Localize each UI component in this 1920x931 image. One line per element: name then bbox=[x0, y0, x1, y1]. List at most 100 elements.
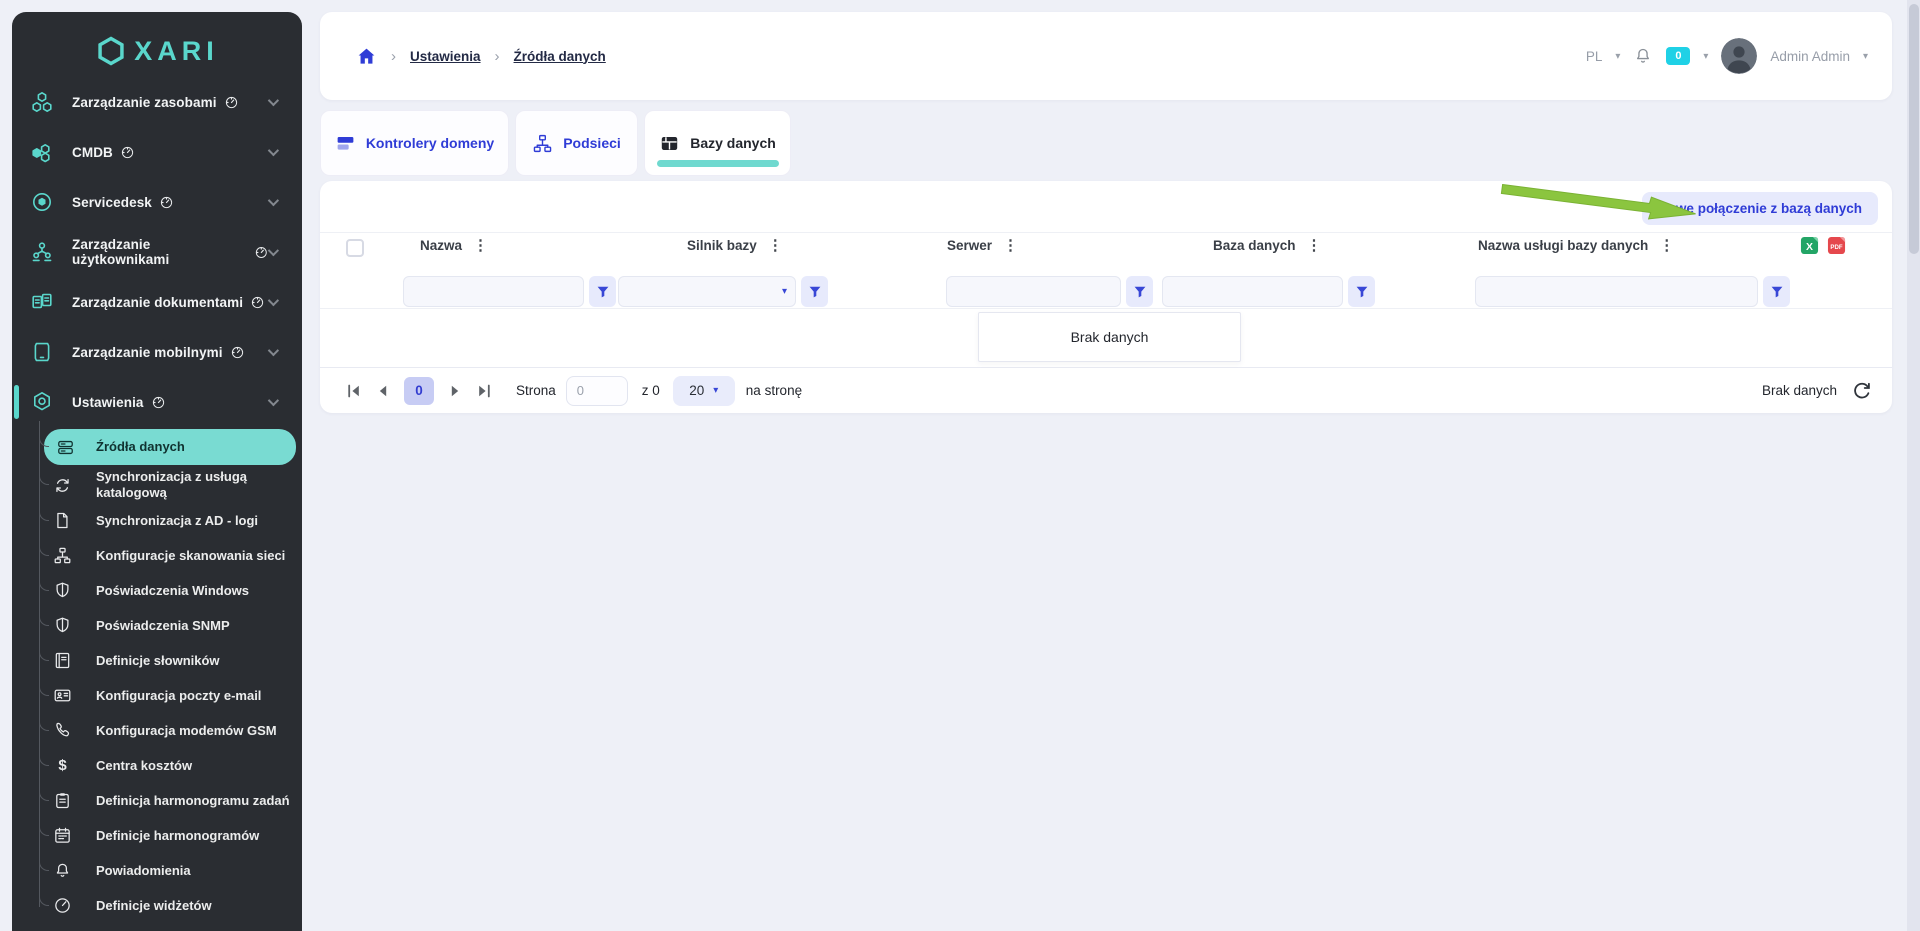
column-header: Nazwa ⋮ bbox=[420, 238, 488, 253]
column-header-label: Nazwa usługi bazy danych bbox=[1478, 238, 1649, 253]
sidebar-subitem-ad-logs[interactable]: Synchronizacja z AD - logi bbox=[12, 503, 302, 538]
column-filter-group bbox=[946, 276, 1153, 307]
column-menu-icon[interactable]: ⋮ bbox=[1003, 238, 1018, 253]
gauge-icon bbox=[224, 95, 239, 110]
sidebar-subitem-notifications[interactable]: Powiadomienia bbox=[12, 853, 302, 888]
brand-name: XARI bbox=[134, 35, 219, 66]
sidebar-subitem-email-config[interactable]: Konfiguracja poczty e-mail bbox=[12, 678, 302, 713]
sidebar-subitem-dir-sync[interactable]: Synchronizacja z usługą katalogową bbox=[12, 467, 302, 503]
export-pdf-icon[interactable]: PDF bbox=[1827, 236, 1846, 255]
sidebar-subitem-schedules[interactable]: Definicje harmonogramów bbox=[12, 818, 302, 853]
sidebar-item-label: Ustawienia bbox=[72, 394, 144, 410]
sidebar-item-label: Zarządzanie zasobami bbox=[72, 94, 217, 110]
sidebar-subitem-label: Konfiguracja modemów GSM bbox=[96, 722, 277, 738]
tab-databases[interactable]: Bazy danych bbox=[644, 110, 791, 176]
sidebar-nav: Zarządzanie zasobami CMDB Servicedesk Zarzą… bbox=[12, 77, 302, 427]
column-header: Nazwa usługi bazy danych ⋮ bbox=[1478, 238, 1674, 253]
sidebar-subitem-cost-centers[interactable]: $ Centra kosztów bbox=[12, 748, 302, 783]
avatar[interactable] bbox=[1721, 38, 1758, 74]
notification-count-badge[interactable]: 0 bbox=[1666, 47, 1691, 65]
sidebar-subitem-snmp-cred[interactable]: Poświadczenia SNMP bbox=[12, 608, 302, 643]
chevron-down-icon bbox=[267, 294, 280, 307]
tab-subnets[interactable]: Podsieci bbox=[515, 110, 638, 176]
column-header-label: Serwer bbox=[947, 238, 993, 253]
per-page-label: na stronę bbox=[745, 383, 803, 398]
notifications-bell-icon[interactable] bbox=[1633, 46, 1653, 66]
first-page-button[interactable] bbox=[346, 383, 362, 399]
new-db-connection-link[interactable]: Nowe połączenie z bazą danych bbox=[1641, 192, 1878, 225]
pagination-status: Brak danych bbox=[1761, 383, 1837, 398]
clipboard-icon bbox=[53, 791, 72, 810]
sidebar-subitem-label: Centra kosztów bbox=[96, 757, 193, 773]
sidebar-subitem-win-cred[interactable]: Poświadczenia Windows bbox=[12, 573, 302, 608]
previous-page-button[interactable] bbox=[375, 383, 391, 399]
breadcrumb-link-zrodla-danych[interactable]: Źródła danych bbox=[514, 49, 606, 64]
column-menu-icon[interactable]: ⋮ bbox=[473, 238, 488, 253]
column-menu-icon[interactable]: ⋮ bbox=[1307, 238, 1322, 253]
filter-funnel-icon[interactable] bbox=[1348, 276, 1375, 307]
sidebar-subitem-label: Definicje widżetów bbox=[96, 897, 212, 913]
sidebar-subitem-net-scan[interactable]: Konfiguracje skanowania sieci bbox=[12, 538, 302, 573]
sidebar-item-mobile[interactable]: Zarządzanie mobilnymi bbox=[12, 327, 302, 377]
sidebar-item-cmdb[interactable]: CMDB bbox=[12, 127, 302, 177]
filter-input[interactable] bbox=[403, 276, 584, 307]
chevron-down-icon[interactable]: ▾ bbox=[1863, 51, 1868, 62]
home-icon[interactable] bbox=[356, 46, 377, 67]
scrollbar-thumb[interactable] bbox=[1908, 4, 1919, 254]
refresh-icon[interactable] bbox=[1852, 381, 1872, 401]
pagination-bar: 0 Strona z 0 20 ▾ na stronę Brak danych bbox=[320, 367, 1892, 413]
current-page-button[interactable]: 0 bbox=[404, 376, 434, 405]
svg-text:X: X bbox=[1806, 242, 1813, 253]
tree-elbow bbox=[39, 472, 49, 485]
sidebar-subitem-label: Konfiguracja poczty e-mail bbox=[96, 687, 262, 703]
sidebar-item-settings[interactable]: Ustawienia bbox=[12, 377, 302, 427]
data-sources-panel: Nowe połączenie z bazą danych Nazwa ⋮ Siln… bbox=[320, 181, 1892, 413]
filter-funnel-icon[interactable] bbox=[589, 276, 616, 307]
last-page-button[interactable] bbox=[476, 383, 492, 399]
chevron-down-icon[interactable]: ▾ bbox=[1703, 51, 1708, 62]
breadcrumb-link-ustawienia[interactable]: Ustawienia bbox=[410, 49, 481, 64]
sidebar-subitem-task-schedule[interactable]: Definicja harmonogramu zadań bbox=[12, 783, 302, 818]
filter-input[interactable] bbox=[618, 276, 796, 307]
language-selector[interactable]: PL bbox=[1586, 49, 1603, 64]
filter-funnel-icon[interactable] bbox=[1126, 276, 1153, 307]
sidebar-item-servicedesk[interactable]: Servicedesk bbox=[12, 177, 302, 227]
filter-input[interactable] bbox=[1162, 276, 1343, 307]
filter-input[interactable] bbox=[1475, 276, 1758, 307]
next-page-button[interactable] bbox=[447, 383, 463, 399]
user-area: PL ▾ 0 ▾ Admin Admin ▾ bbox=[1586, 38, 1868, 74]
column-menu-icon[interactable]: ⋮ bbox=[1659, 238, 1674, 253]
sidebar-subitem-widgets[interactable]: Definicje widżetów bbox=[12, 888, 302, 923]
column-menu-icon[interactable]: ⋮ bbox=[768, 238, 783, 253]
sidebar-subitem-label: Poświadczenia SNMP bbox=[96, 617, 230, 633]
sidebar-item-documents[interactable]: Zarządzanie dokumentami bbox=[12, 277, 302, 327]
tree-elbow bbox=[39, 787, 49, 801]
sidebar-subitem-label: Definicja harmonogramu zadań bbox=[96, 792, 290, 808]
tab-domain-controllers[interactable]: Kontrolery domeny bbox=[320, 110, 509, 176]
subnet-icon bbox=[532, 133, 553, 154]
filter-input[interactable] bbox=[946, 276, 1121, 307]
tablet-icon bbox=[30, 340, 54, 364]
gearhex-icon bbox=[30, 390, 54, 414]
tree-elbow bbox=[39, 507, 49, 521]
gauge-icon bbox=[250, 295, 265, 310]
select-all-checkbox[interactable] bbox=[346, 239, 364, 257]
filter-funnel-icon[interactable] bbox=[801, 276, 828, 307]
sidebar-subitem-data-sources[interactable]: Źródła danych bbox=[39, 429, 296, 465]
tree-elbow bbox=[39, 682, 49, 696]
scrollbar-track[interactable] bbox=[1907, 0, 1920, 931]
sidebar-subitem-gsm-config[interactable]: Konfiguracja modemów GSM bbox=[12, 713, 302, 748]
chevron-down-icon[interactable]: ▾ bbox=[1615, 51, 1620, 62]
tree-elbow bbox=[39, 647, 49, 661]
page-size-select[interactable]: 20 ▾ bbox=[672, 375, 735, 406]
column-filter-group bbox=[1162, 276, 1375, 307]
table-body-divider bbox=[320, 308, 1892, 309]
sidebar-item-assets[interactable]: Zarządzanie zasobami bbox=[12, 77, 302, 127]
filter-funnel-icon[interactable] bbox=[1763, 276, 1790, 307]
sidebar-item-users[interactable]: Zarządzanie użytkownikami bbox=[12, 227, 302, 277]
chevron-down-icon bbox=[267, 394, 280, 407]
breadcrumb: › Ustawienia › Źródła danych bbox=[356, 46, 606, 67]
page-number-input[interactable] bbox=[565, 375, 628, 406]
export-excel-icon[interactable]: X bbox=[1800, 236, 1819, 255]
sidebar-subitem-dictionaries[interactable]: Definicje słowników bbox=[12, 643, 302, 678]
